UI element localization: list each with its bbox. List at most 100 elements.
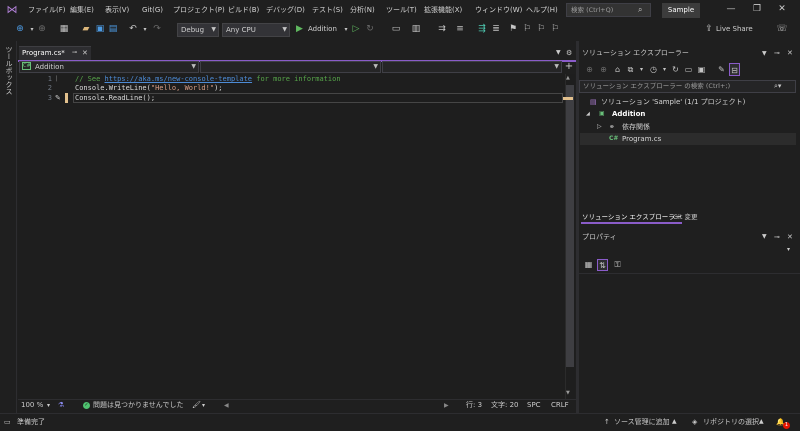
expanded-arrow-icon[interactable]: ◢ bbox=[586, 108, 590, 120]
select-repository-button[interactable]: リポジトリの選択 bbox=[703, 413, 759, 431]
live-share-button[interactable]: Live Share bbox=[716, 23, 753, 36]
object-dropdown-icon[interactable]: ▾ bbox=[787, 244, 790, 256]
line-indicator[interactable]: 行: 3 bbox=[466, 400, 482, 411]
solution-config-dropdown[interactable]: Debug ▼ bbox=[177, 23, 219, 37]
column-indicator[interactable]: 文字: 20 bbox=[491, 400, 519, 411]
project-dropdown[interactable]: Addition ▼ bbox=[19, 61, 199, 73]
pin-icon[interactable]: ⊸ bbox=[72, 46, 77, 60]
code-line-2[interactable]: Console.WriteLine("Hello, World!"); bbox=[75, 84, 223, 93]
close-icon[interactable]: ✕ bbox=[776, 3, 788, 15]
tab-git-changes[interactable]: Git 変更 bbox=[672, 212, 698, 224]
categorized-icon[interactable]: ▦ bbox=[583, 259, 594, 271]
start-debugging-button[interactable]: Addition bbox=[308, 23, 337, 36]
open-folder-icon[interactable]: ▰ bbox=[80, 23, 92, 36]
close-icon[interactable]: ✕ bbox=[82, 46, 88, 60]
undo-icon[interactable]: ↶ bbox=[127, 23, 139, 36]
menu-window[interactable]: ウィンドウ(W) bbox=[475, 5, 522, 16]
line-ending-indicator[interactable]: CRLF bbox=[551, 400, 569, 411]
menu-view[interactable]: 表示(V) bbox=[105, 5, 129, 16]
scroll-up-icon[interactable]: ▲ bbox=[566, 75, 570, 81]
code-cleanup-icon[interactable]: 🖌 bbox=[192, 400, 201, 411]
code-cleanup-dropdown-icon[interactable]: ▾ bbox=[202, 400, 205, 411]
close-icon[interactable]: ✕ bbox=[787, 46, 793, 61]
menu-extensions[interactable]: 拡張機能(X) bbox=[424, 5, 462, 16]
issues-status[interactable]: 問題は見つかりませんでした bbox=[93, 400, 183, 411]
tree-item-program-cs[interactable]: Program.cs bbox=[622, 133, 661, 145]
step-over-icon[interactable]: ⇉ bbox=[436, 23, 448, 36]
collapse-all-icon[interactable]: ▭ bbox=[683, 63, 694, 76]
solution-explorer-search-input[interactable]: ソリューション エクスプローラー の検索 (Ctrl+;) bbox=[579, 80, 796, 93]
feedback-icon[interactable]: ☏ bbox=[776, 23, 788, 36]
switch-views-icon[interactable]: ⧉ bbox=[625, 63, 636, 76]
platform-dropdown[interactable]: Any CPU ▼ bbox=[222, 23, 290, 37]
visual-studio-logo-icon[interactable]: ⋈ bbox=[6, 4, 18, 16]
menu-analyze[interactable]: 分析(N) bbox=[350, 5, 375, 16]
quick-actions-icon[interactable]: ✎ bbox=[55, 93, 61, 103]
scroll-down-icon[interactable]: ▼ bbox=[566, 390, 570, 396]
property-pages-icon[interactable]: ⚿ bbox=[612, 259, 623, 271]
menu-debug[interactable]: デバッグ(D) bbox=[266, 5, 305, 16]
forward-icon[interactable]: ⊕ bbox=[598, 63, 609, 76]
code-link[interactable]: https://aka.ms/new-console-template bbox=[105, 75, 253, 83]
clear-bookmarks-icon[interactable]: ⚐ bbox=[549, 23, 561, 36]
member-dropdown[interactable]: ▼ bbox=[382, 61, 562, 73]
gear-icon[interactable]: ⚙ bbox=[566, 46, 572, 60]
chevron-down-icon[interactable]: ▼ bbox=[762, 46, 767, 61]
prev-bookmark-icon[interactable]: ⚐ bbox=[521, 23, 533, 36]
switch-views-dropdown-icon[interactable]: ▾ bbox=[636, 63, 647, 76]
minimize-icon[interactable]: — bbox=[725, 3, 737, 15]
home-icon[interactable]: ⌂ bbox=[612, 63, 623, 76]
navigate-back-icon[interactable]: ⊕ bbox=[14, 23, 26, 36]
show-all-files-icon[interactable]: ▣ bbox=[696, 63, 707, 76]
menu-tools[interactable]: ツール(T) bbox=[386, 5, 417, 16]
zoom-level[interactable]: 100 % bbox=[21, 400, 43, 411]
new-project-icon[interactable]: ▦ bbox=[58, 23, 70, 36]
back-icon[interactable]: ⊕ bbox=[584, 63, 595, 76]
start-without-debugging-icon[interactable]: ▷ bbox=[350, 23, 362, 36]
tab-solution-explorer[interactable]: ソリューション エクスプローラー bbox=[581, 212, 683, 224]
split-window-button[interactable]: + bbox=[563, 61, 575, 73]
navigate-forward-icon[interactable]: ⊕ bbox=[36, 23, 48, 36]
redo-icon[interactable]: ↷ bbox=[151, 23, 163, 36]
alphabetical-icon[interactable]: ⇅ bbox=[597, 259, 608, 271]
menu-project[interactable]: プロジェクト(P) bbox=[173, 5, 225, 16]
zoom-dropdown-icon[interactable]: ▾ bbox=[47, 400, 50, 411]
undo-dropdown-icon[interactable]: ▾ bbox=[139, 23, 151, 36]
toggle-comment-icon[interactable]: ⇶ bbox=[476, 23, 488, 36]
save-icon[interactable]: ▣ bbox=[94, 23, 106, 36]
comment-icon[interactable]: ≡ bbox=[454, 23, 466, 36]
tree-item-dependencies[interactable]: 依存関係 bbox=[622, 121, 650, 133]
menu-edit[interactable]: 編集(E) bbox=[70, 5, 94, 16]
next-bookmark-icon[interactable]: ⚐ bbox=[535, 23, 547, 36]
menu-help[interactable]: ヘルプ(H) bbox=[526, 5, 558, 16]
collapsed-arrow-icon[interactable]: ▷ bbox=[597, 121, 602, 133]
type-dropdown[interactable]: ▼ bbox=[200, 61, 381, 73]
scroll-right-icon[interactable]: ▶ bbox=[444, 400, 449, 411]
browse-icon[interactable]: ▭ bbox=[390, 23, 402, 36]
pin-icon[interactable]: ⊸ bbox=[774, 230, 780, 244]
chevron-down-icon[interactable]: ▼ bbox=[556, 46, 561, 60]
wrench-icon[interactable]: ✎ bbox=[716, 63, 727, 76]
sync-icon[interactable]: ↻ bbox=[670, 63, 681, 76]
add-to-source-control-button[interactable]: ソース管理に追加 bbox=[614, 413, 670, 431]
pin-icon[interactable]: ⊸ bbox=[774, 46, 780, 61]
scroll-left-icon[interactable]: ◀ bbox=[224, 400, 229, 411]
menu-git[interactable]: Git(G) bbox=[142, 5, 163, 16]
performance-profiler-icon[interactable]: ▥ bbox=[410, 23, 422, 36]
start-debugging-icon[interactable]: ▶ bbox=[296, 23, 303, 36]
tree-item-project[interactable]: Addition bbox=[612, 108, 645, 120]
preview-selected-icon[interactable]: ⊟ bbox=[729, 63, 740, 76]
menu-test[interactable]: テスト(S) bbox=[312, 5, 343, 16]
pending-changes-filter-icon[interactable]: ◷ bbox=[648, 63, 659, 76]
scrollbar-thumb[interactable] bbox=[566, 85, 574, 367]
menu-file[interactable]: ファイル(F) bbox=[28, 5, 66, 16]
code-editor[interactable] bbox=[18, 74, 565, 399]
hot-reload-icon[interactable]: ↻ bbox=[364, 23, 376, 36]
filter-dropdown-icon[interactable]: ▾ bbox=[659, 63, 670, 76]
chevron-down-icon[interactable]: ▼ bbox=[762, 230, 767, 244]
whitespace-indicator[interactable]: SPC bbox=[527, 400, 541, 411]
close-icon[interactable]: ✕ bbox=[787, 230, 793, 244]
toolbox-tab[interactable]: ツールボックス bbox=[4, 46, 14, 95]
code-line-3[interactable]: Console.ReadLine(); bbox=[75, 94, 155, 103]
save-all-icon[interactable]: ▤ bbox=[107, 23, 119, 36]
